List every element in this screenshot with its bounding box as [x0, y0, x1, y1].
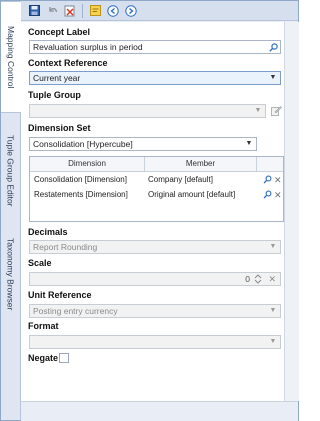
vertical-tab-strip: Mapping Control Tuple Group Editor Taxon…	[1, 1, 21, 420]
save-icon[interactable]	[27, 4, 41, 18]
format-heading: Format	[28, 321, 59, 331]
chevron-down-icon[interactable]: ▼	[268, 242, 278, 252]
back-icon[interactable]	[106, 4, 120, 18]
chevron-down-icon[interactable]: ▼	[268, 337, 278, 347]
chevron-down-icon[interactable]: ▼	[268, 73, 278, 83]
table-row[interactable]: Consolidation [Dimension] Company [defau…	[30, 173, 283, 187]
unit-reference-heading: Unit Reference	[28, 290, 92, 300]
concept-label-heading: Concept Label	[28, 27, 91, 37]
chevron-down-icon[interactable]: ▼	[244, 139, 254, 149]
dimension-cell: Consolidation [Dimension]	[34, 175, 127, 184]
tab-taxonomy-browser-label: Taxonomy Browser	[5, 237, 16, 311]
dimension-cell: Restatements [Dimension]	[34, 190, 128, 199]
delete-icon[interactable]	[63, 4, 77, 18]
search-icon[interactable]	[268, 42, 278, 52]
search-icon[interactable]	[263, 173, 272, 187]
dimension-set-heading: Dimension Set	[28, 123, 91, 133]
concept-label-value: Revaluation surplus in period	[33, 42, 143, 52]
concept-label-field[interactable]: Revaluation surplus in period	[29, 40, 281, 54]
negate-label: Negate	[28, 353, 59, 363]
dimension-set-value: Consolidation [Hypercube]	[33, 139, 133, 149]
dimension-set-select[interactable]: Consolidation [Hypercube] ▼	[29, 137, 257, 151]
tab-taxonomy-browser[interactable]: Taxonomy Browser	[1, 229, 20, 319]
format-select[interactable]: ▼	[29, 335, 281, 349]
forward-icon[interactable]	[124, 4, 138, 18]
decimals-select[interactable]: Report Rounding ▼	[29, 240, 281, 254]
context-reference-value: Current year	[33, 73, 81, 83]
table-row[interactable]: Restatements [Dimension] Original amount…	[30, 188, 283, 202]
tuple-group-heading: Tuple Group	[28, 90, 81, 100]
member-cell: Original amount [default]	[148, 190, 236, 199]
scale-stepper[interactable]: 0 ✕	[29, 272, 281, 286]
search-icon[interactable]	[263, 188, 272, 202]
note-icon[interactable]	[88, 4, 102, 18]
spinner-icon[interactable]	[253, 273, 263, 285]
close-icon[interactable]: ✕	[274, 173, 282, 187]
column-header-dimension[interactable]: Dimension	[30, 157, 145, 171]
clear-icon[interactable]: ✕	[268, 273, 276, 285]
context-reference-heading: Context Reference	[28, 58, 108, 68]
tab-mapping-control-label: Mapping Control	[6, 25, 16, 89]
decimals-heading: Decimals	[28, 227, 68, 237]
negate-checkbox[interactable]	[59, 353, 69, 363]
chevron-down-icon[interactable]: ▼	[268, 306, 278, 316]
tab-mapping-control[interactable]: Mapping Control	[1, 1, 21, 113]
member-cell: Company [default]	[148, 175, 213, 184]
scale-heading: Scale	[28, 258, 52, 268]
tab-tuple-group-editor[interactable]: Tuple Group Editor	[1, 123, 20, 219]
tuple-group-select[interactable]: ▼	[29, 104, 266, 118]
vertical-scrollbar[interactable]	[284, 22, 299, 401]
column-header-actions	[257, 157, 283, 171]
mapping-control-window: Mapping Control Tuple Group Editor Taxon…	[0, 0, 299, 421]
dimension-grid: Dimension Member Consolidation [Dimensio…	[29, 156, 284, 222]
bottom-band	[21, 401, 298, 421]
column-header-member[interactable]: Member	[145, 157, 257, 171]
context-reference-select[interactable]: Current year ▼	[29, 71, 281, 85]
toolbar	[21, 1, 298, 21]
mapping-control-panel: Concept Label Revaluation surplus in per…	[21, 22, 284, 401]
toolbar-separator	[82, 3, 83, 18]
edit-tuple-group-icon[interactable]	[271, 105, 282, 116]
unit-reference-select[interactable]: Posting entry currency ▼	[29, 304, 281, 318]
close-icon[interactable]: ✕	[274, 188, 282, 202]
tab-tuple-group-editor-label: Tuple Group Editor	[5, 135, 16, 207]
decimals-value: Report Rounding	[33, 242, 98, 252]
chevron-down-icon[interactable]: ▼	[253, 106, 263, 116]
dimension-grid-header: Dimension Member	[30, 157, 283, 172]
undo-icon[interactable]	[45, 4, 59, 18]
unit-reference-value: Posting entry currency	[33, 306, 118, 316]
scale-value: 0	[245, 274, 250, 284]
